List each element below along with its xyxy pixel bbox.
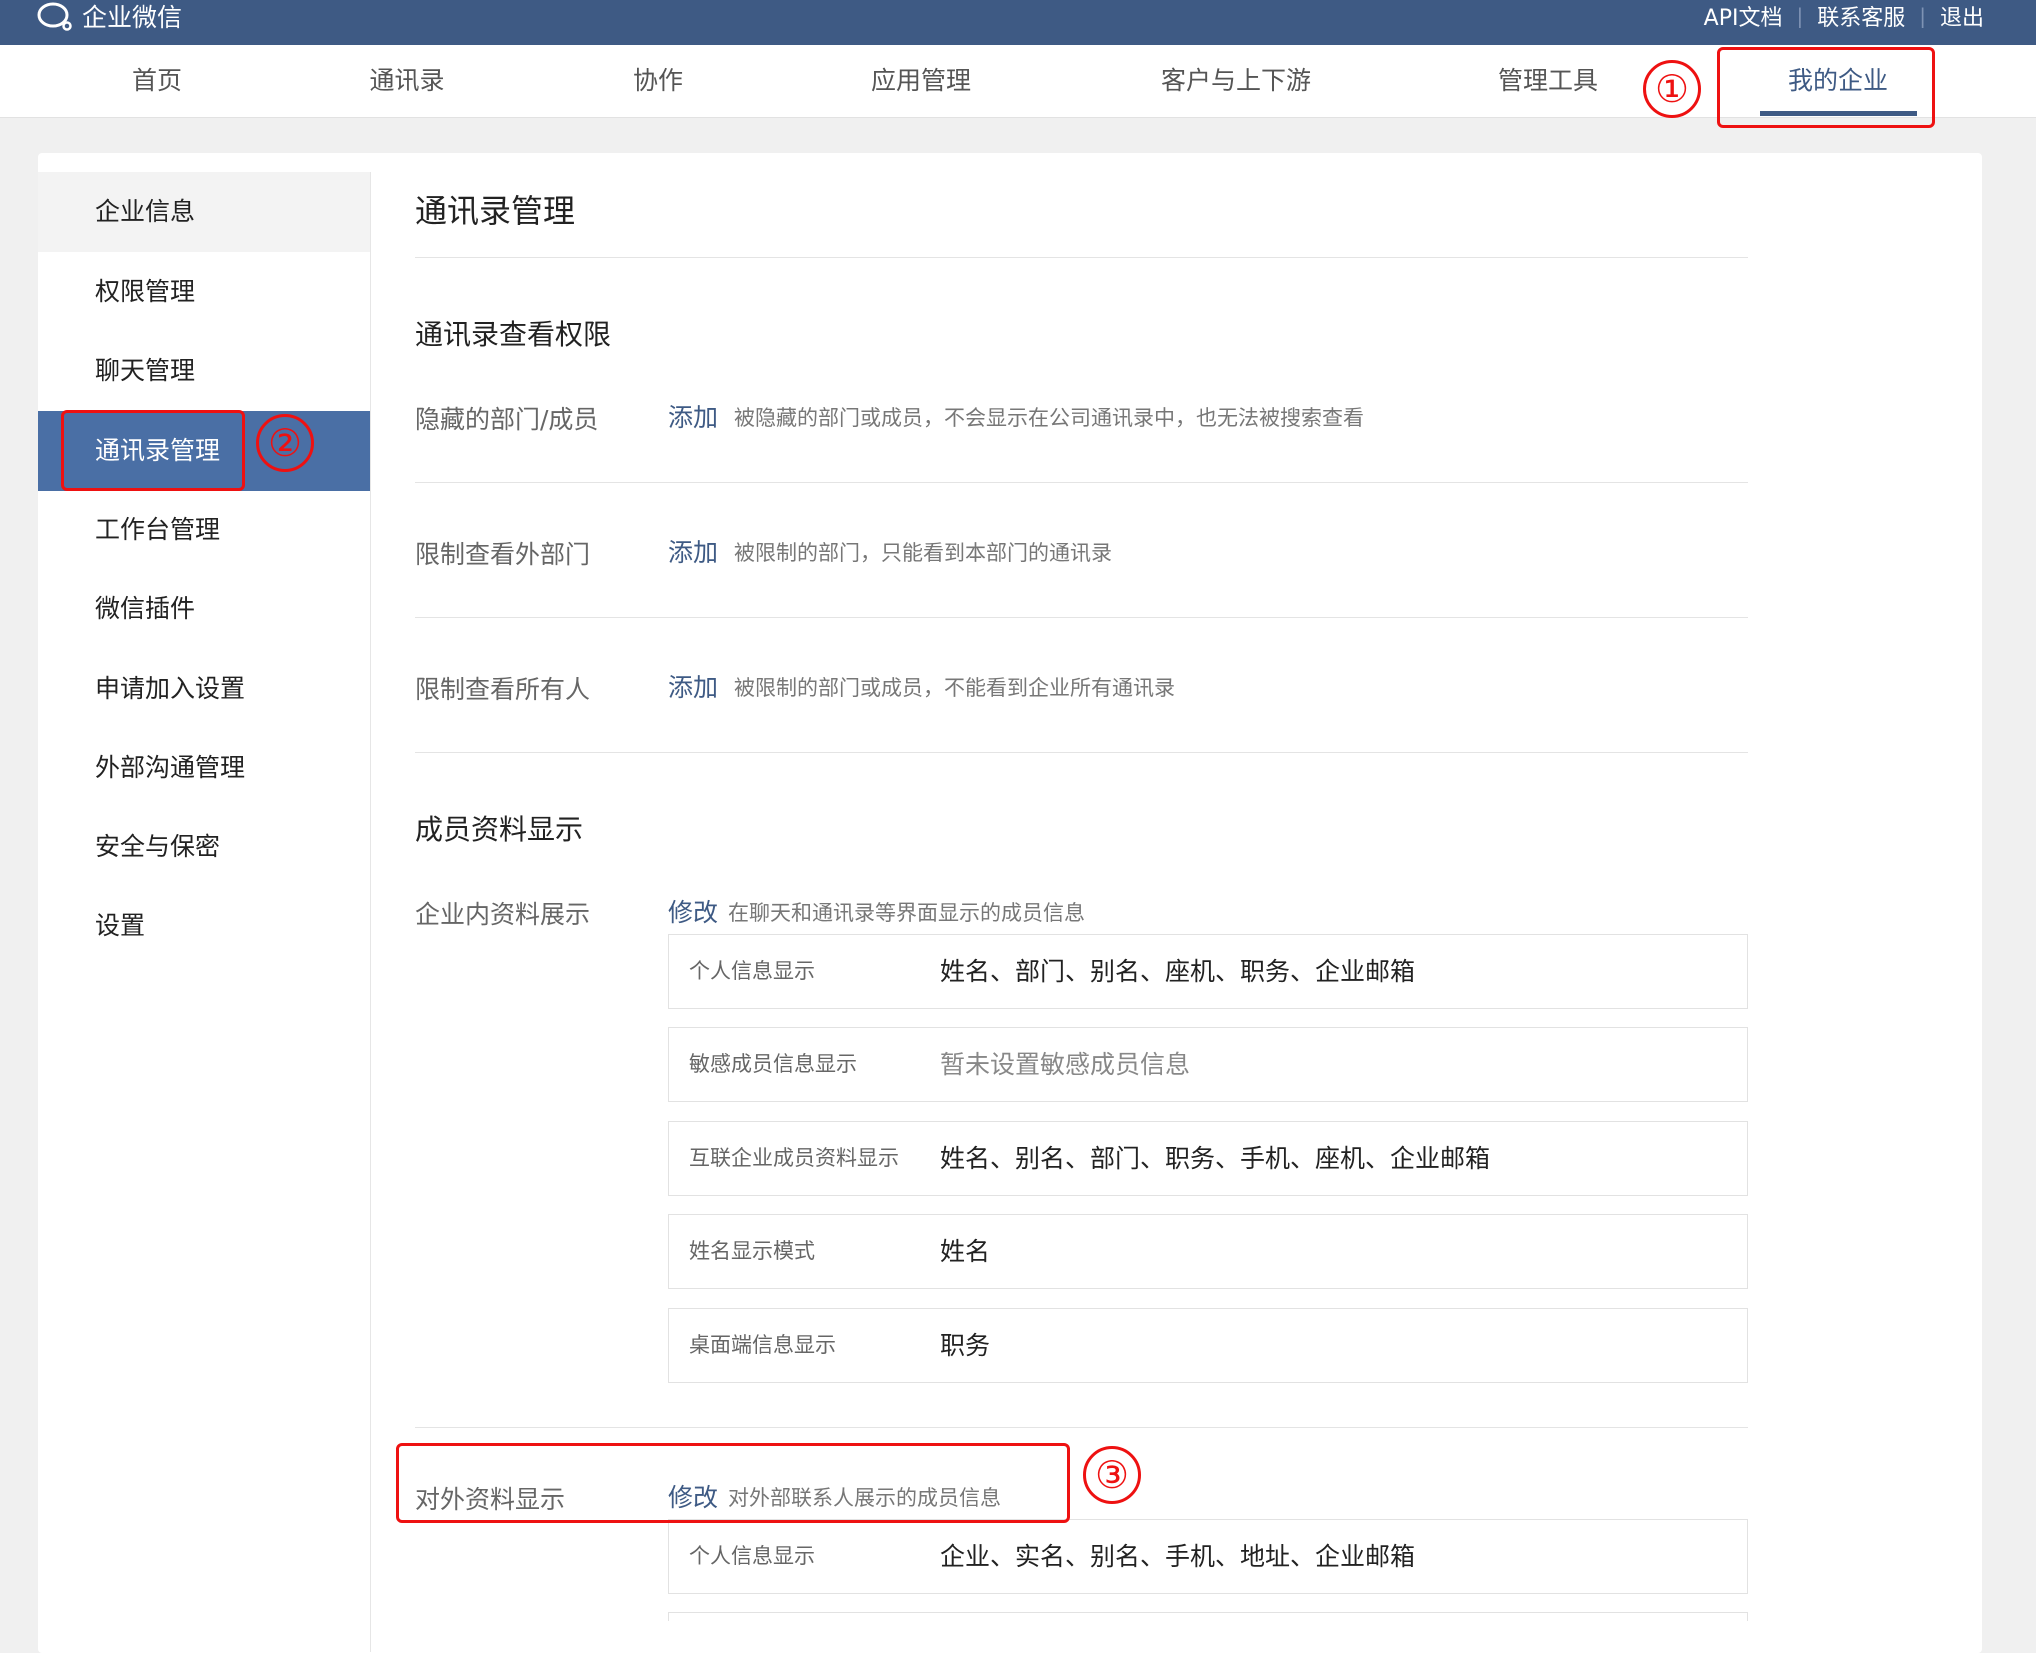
sidebar: 企业信息 权限管理 聊天管理 通讯录管理 工作台管理 微信插件 申请加入设置 外… — [38, 172, 371, 1652]
nav-tab-app-management[interactable]: 应用管理 — [871, 45, 971, 117]
row-divider — [415, 482, 1748, 483]
sidebar-item-company-info[interactable]: 企业信息 — [38, 172, 370, 252]
detail-row-cutoff — [668, 1612, 1748, 1621]
sidebar-item-wechat-plugin[interactable]: 微信插件 — [38, 569, 370, 649]
nav-tab-home[interactable]: 首页 — [132, 45, 182, 117]
sidebar-item-chat-management[interactable]: 聊天管理 — [38, 331, 370, 411]
internal-display-edit-link[interactable]: 修改 — [668, 893, 718, 929]
detail-row-external-personal-info: 个人信息显示 企业、实名、别名、手机、地址、企业邮箱 — [668, 1519, 1748, 1594]
detail-key: 个人信息显示 — [689, 1544, 815, 1568]
detail-key: 姓名显示模式 — [689, 1239, 815, 1263]
internal-display-desc: 在聊天和通讯录等界面显示的成员信息 — [728, 901, 1085, 925]
brand-logo[interactable]: 企业微信 — [36, 0, 182, 32]
detail-row-linked-company: 互联企业成员资料显示 姓名、别名、部门、职务、手机、座机、企业邮箱 — [668, 1121, 1748, 1196]
detail-row-sensitive-info: 敏感成员信息显示 暂未设置敏感成员信息 — [668, 1027, 1748, 1102]
hidden-members-add-link[interactable]: 添加 — [668, 398, 718, 434]
sidebar-item-security[interactable]: 安全与保密 — [38, 807, 370, 887]
api-docs-link[interactable]: API文档 — [1704, 0, 1783, 32]
section-divider — [415, 752, 1748, 753]
restrict-other-depts-label: 限制查看外部门 — [415, 540, 591, 569]
logout-link[interactable]: 退出 — [1940, 0, 1984, 32]
row-divider — [415, 1427, 1748, 1428]
section-heading-view-permissions: 通讯录查看权限 — [415, 318, 612, 351]
brand-name: 企业微信 — [82, 3, 183, 32]
detail-value: 职务 — [940, 1331, 991, 1360]
nav-tab-customers[interactable]: 客户与上下游 — [1161, 45, 1311, 117]
restrict-other-depts-desc: 被限制的部门，只能看到本部门的通讯录 — [734, 541, 1112, 565]
annotation-box-2 — [61, 410, 245, 491]
restrict-everyone-add-link[interactable]: 添加 — [668, 668, 718, 704]
restrict-everyone-desc: 被限制的部门或成员，不能看到企业所有通讯录 — [734, 676, 1175, 700]
nav-tab-collaboration[interactable]: 协作 — [633, 45, 683, 117]
wecom-logo-icon — [37, 2, 72, 31]
top-link-divider: | — [1919, 4, 1926, 28]
sidebar-item-workbench[interactable]: 工作台管理 — [38, 490, 370, 570]
top-link-divider: | — [1796, 4, 1804, 28]
row-divider — [415, 617, 1748, 618]
nav-tab-management-tools[interactable]: 管理工具 — [1498, 45, 1598, 117]
sidebar-item-permissions[interactable]: 权限管理 — [38, 252, 370, 332]
annotation-number-3: ③ — [1083, 1446, 1141, 1504]
page-title: 通讯录管理 — [415, 192, 576, 230]
detail-value: 企业、实名、别名、手机、地址、企业邮箱 — [940, 1542, 1416, 1571]
top-bar: 企业微信 API文档 | 联系客服 | 退出 — [0, 0, 2036, 45]
detail-value: 姓名、别名、部门、职务、手机、座机、企业邮箱 — [940, 1144, 1491, 1173]
detail-value: 暂未设置敏感成员信息 — [940, 1050, 1191, 1079]
title-divider — [415, 257, 1748, 258]
restrict-everyone-label: 限制查看所有人 — [415, 675, 591, 704]
annotation-box-3 — [396, 1443, 1070, 1523]
hidden-members-desc: 被隐藏的部门或成员，不会显示在公司通讯录中，也无法被搜索查看 — [734, 406, 1364, 430]
detail-row-desktop-info: 桌面端信息显示 职务 — [668, 1308, 1748, 1383]
detail-key: 互联企业成员资料显示 — [689, 1146, 899, 1170]
detail-row-personal-info: 个人信息显示 姓名、部门、别名、座机、职务、企业邮箱 — [668, 934, 1748, 1009]
top-links: API文档 | 联系客服 | 退出 — [1704, 0, 1984, 32]
sidebar-item-settings[interactable]: 设置 — [38, 886, 370, 966]
section-heading-member-display: 成员资料显示 — [415, 813, 584, 846]
sidebar-item-external-communication[interactable]: 外部沟通管理 — [38, 728, 370, 808]
nav-tab-contacts[interactable]: 通讯录 — [369, 45, 444, 117]
restrict-other-depts-add-link[interactable]: 添加 — [668, 533, 718, 569]
detail-key: 敏感成员信息显示 — [689, 1052, 857, 1076]
sidebar-item-join-settings[interactable]: 申请加入设置 — [38, 649, 370, 729]
contact-support-link[interactable]: 联系客服 — [1817, 0, 1905, 32]
detail-row-name-mode: 姓名显示模式 姓名 — [668, 1214, 1748, 1289]
detail-value: 姓名、部门、别名、座机、职务、企业邮箱 — [940, 957, 1416, 986]
detail-value: 姓名 — [940, 1237, 991, 1266]
hidden-members-label: 隐藏的部门/成员 — [415, 405, 599, 434]
annotation-number-2: ② — [256, 414, 314, 472]
annotation-number-1: ① — [1643, 60, 1701, 118]
internal-display-label: 企业内资料展示 — [415, 900, 591, 929]
annotation-box-1 — [1717, 47, 1935, 128]
detail-key: 个人信息显示 — [689, 959, 815, 983]
detail-key: 桌面端信息显示 — [689, 1333, 836, 1357]
